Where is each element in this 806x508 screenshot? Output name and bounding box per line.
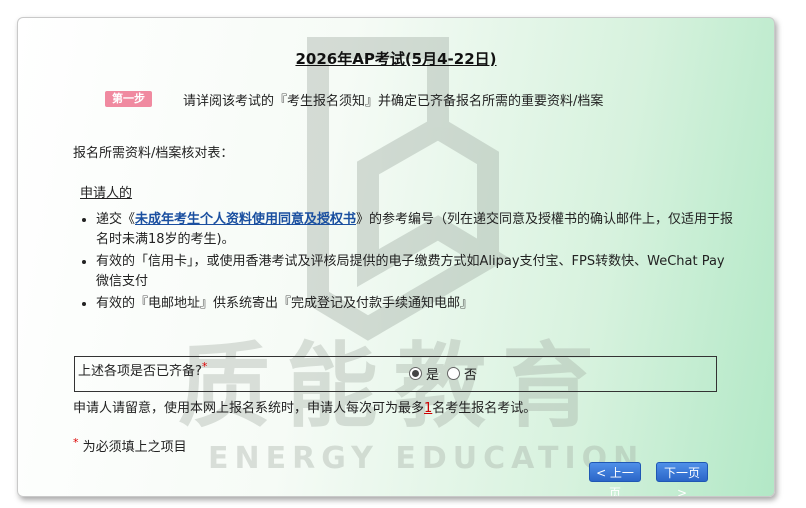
confirmation-box: 上述各项是否已齐备?* 是 否 xyxy=(74,356,717,392)
page-title: 2026年AP考试(5月4-22日) xyxy=(295,50,497,68)
confirm-question-text: 上述各项是否已齐备? xyxy=(78,364,202,379)
radio-yes-label[interactable]: 是 xyxy=(426,364,439,383)
required-mark: * xyxy=(201,360,208,373)
list-item: 递交《未成年考生个人资料使用同意及授权书》的参考编号（列在递交同意及授權书的确认… xyxy=(96,210,736,250)
footnote-mark: * xyxy=(73,436,79,449)
registration-panel: 质能教育 ENERGY EDUCATION 2026年AP考试(5月4-22日)… xyxy=(17,17,775,497)
consent-form-link[interactable]: 未成年考生个人资料使用同意及授权书 xyxy=(135,212,356,227)
checklist-title: 报名所需资料/档案核对表： xyxy=(73,146,234,161)
notice-suffix: 名考生报名考试。 xyxy=(432,401,537,416)
step-instruction: 请详阅该考试的『考生报名须知』并确定已齐备报名所需的重要资料/档案 xyxy=(183,94,604,109)
list-item: 有效的「信用卡」，或使用香港考试及评核局提供的电子缴费方式如Alipay支付宝、… xyxy=(96,252,736,292)
notice-prefix: 申请人请留意，使用本网上报名系统时，申请人每次可为最多 xyxy=(73,401,425,416)
radio-yes[interactable] xyxy=(409,367,422,380)
step-badge: 第一步 xyxy=(105,91,152,107)
required-footnote: * 为必须填上之项目 xyxy=(73,436,187,455)
item1-prefix: 递交《 xyxy=(96,212,136,227)
confirm-question: 上述各项是否已齐备?* xyxy=(78,360,207,379)
radio-no-label[interactable]: 否 xyxy=(464,364,477,383)
list-item: 有效的『电邮地址』供系统寄出『完成登记及付款手续通知电邮』 xyxy=(96,294,736,314)
confirm-radio-group: 是 否 xyxy=(405,364,477,383)
applicant-heading: 申请人的 xyxy=(80,186,133,201)
radio-no[interactable] xyxy=(447,367,461,380)
next-page-button[interactable]: 下一页 > xyxy=(656,462,708,496)
watermark-english: ENERGY EDUCATION xyxy=(208,441,644,476)
prev-page-button[interactable]: < 上一页 xyxy=(589,462,641,496)
footnote-text: 为必须填上之项目 xyxy=(82,440,187,455)
requirements-list: 递交《未成年考生个人资料使用同意及授权书》的参考编号（列在递交同意及授權书的确认… xyxy=(78,210,736,316)
applicant-notice: 申请人请留意，使用本网上报名系统时，申请人每次可为最多1名考生报名考试。 xyxy=(73,397,536,416)
